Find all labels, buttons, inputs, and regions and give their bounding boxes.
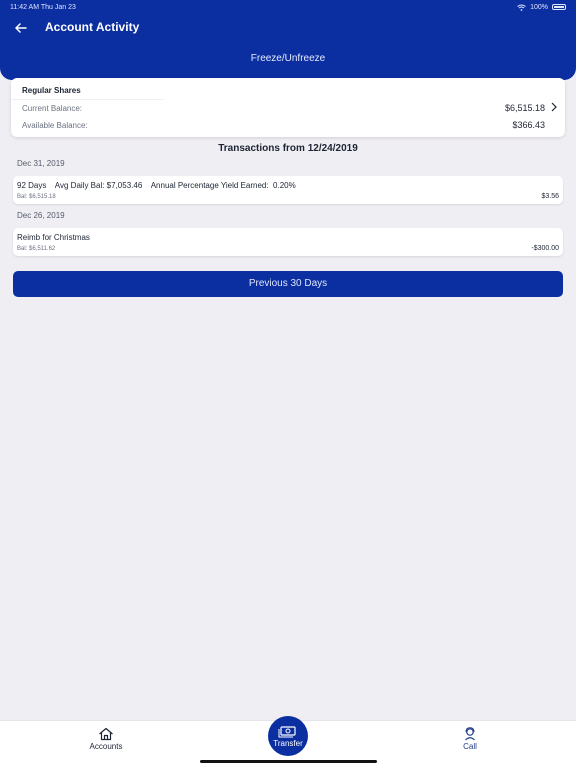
tab-call[interactable]: Call	[452, 727, 488, 751]
account-name-text: Regular Shares	[22, 86, 81, 95]
transactions-heading: Transactions from 12/24/2019	[218, 143, 358, 154]
tab-accounts-label: Accounts	[89, 742, 123, 751]
support-agent-icon	[465, 727, 475, 741]
account-name: Regular Shares	[11, 82, 163, 100]
chevron-right-icon[interactable]	[549, 102, 559, 112]
transaction-date: Dec 31, 2019	[17, 159, 65, 168]
previous-30-days-button[interactable]: Previous 30 Days	[13, 271, 563, 297]
status-date: Thu Jan 23	[40, 3, 76, 11]
battery-icon	[552, 4, 566, 10]
transaction-description: Reimb for Christmas	[17, 233, 90, 242]
transaction-row[interactable]: Reimb for Christmas Bal: $6,511.62 -$300…	[13, 228, 563, 256]
transaction-row[interactable]: 92 Days Avg Daily Bal: $7,053.46 Annual …	[13, 176, 563, 204]
status-time: 11:42 AM	[10, 3, 40, 11]
transaction-description: 92 Days Avg Daily Bal: $7,053.46 Annual …	[17, 181, 296, 190]
account-summary-card[interactable]: Regular Shares Current Balance: $6,515.1…	[11, 78, 565, 137]
transaction-amount: -$300.00	[531, 245, 559, 252]
cash-transfer-icon	[278, 726, 296, 738]
freeze-unfreeze-button[interactable]: Freeze/Unfreeze	[0, 53, 576, 64]
transfer-label: Transfer	[273, 739, 303, 748]
transaction-amount: $3.56	[541, 193, 559, 200]
current-balance-value: $6,515.18	[504, 103, 545, 113]
available-balance-value: $366.43	[512, 120, 545, 130]
status-bar: 11:42 AM Thu Jan 23 100%	[10, 2, 566, 12]
home-icon	[99, 727, 113, 741]
back-arrow-icon[interactable]	[12, 19, 30, 37]
transaction-balance: Bal: $6,511.62	[17, 246, 56, 252]
app-header: 11:42 AM Thu Jan 23 100% Account Activit…	[0, 0, 576, 80]
available-balance-label: Available Balance:	[22, 121, 88, 130]
current-balance-label: Current Balance:	[22, 104, 83, 113]
tab-call-label: Call	[463, 742, 477, 751]
status-right: 100%	[517, 4, 566, 11]
transaction-balance: Bal: $6,515.18	[17, 194, 56, 200]
page-title: Account Activity	[45, 20, 140, 34]
transaction-date: Dec 26, 2019	[17, 211, 65, 220]
wifi-icon	[517, 4, 526, 11]
battery-percent: 100%	[530, 3, 548, 11]
home-indicator	[200, 760, 377, 763]
status-time-date: 11:42 AM Thu Jan 23	[10, 4, 76, 11]
tab-accounts[interactable]: Accounts	[86, 727, 126, 751]
transfer-button[interactable]: Transfer	[268, 716, 308, 756]
